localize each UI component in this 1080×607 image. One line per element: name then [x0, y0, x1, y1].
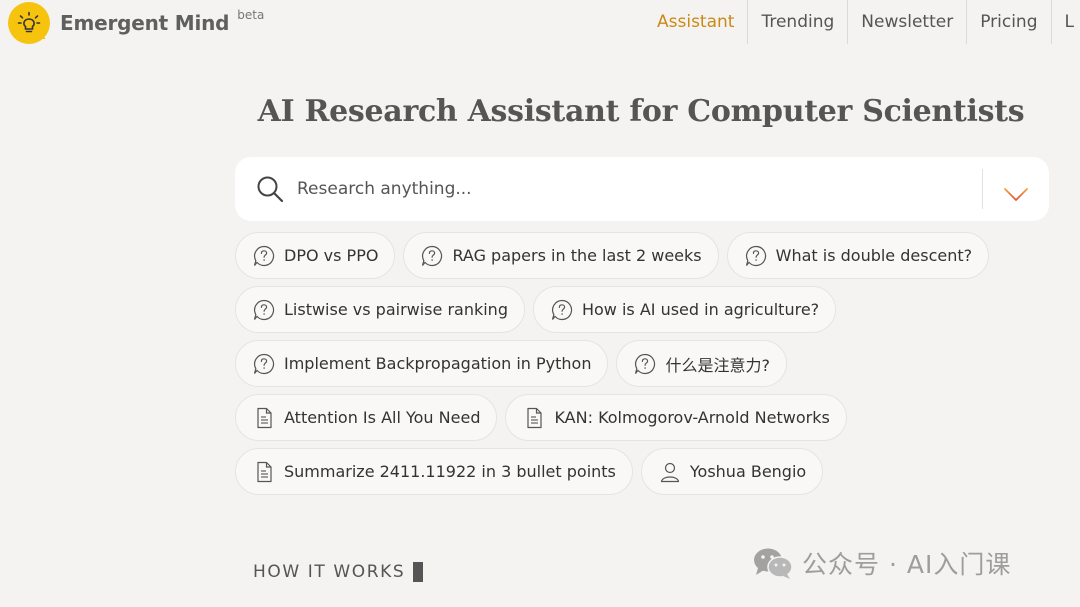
top-nav: Assistant Trending Newsletter Pricing L: [644, 0, 1080, 44]
suggestion-row: Listwise vs pairwise ranking How is AI u…: [235, 286, 837, 333]
suggestion-chip[interactable]: What is double descent?: [726, 232, 990, 279]
question-bubble-icon: [745, 245, 766, 266]
suggestion-label: Listwise vs pairwise ranking: [284, 300, 508, 319]
document-icon: [527, 407, 543, 428]
suggestion-label: How is AI used in agriculture?: [581, 300, 820, 319]
suggestion-row: DPO vs PPO RAG papers in the last 2 week…: [235, 232, 990, 279]
wechat-icon: [754, 548, 793, 579]
nav-trending[interactable]: Trending: [748, 0, 849, 44]
suggestion-label: 什么是注意力?: [665, 355, 770, 375]
question-bubble-icon: [253, 299, 275, 320]
submit-button[interactable]: [983, 157, 1049, 221]
document-icon: [257, 461, 272, 482]
suggestion-label: Attention Is All You Need: [284, 408, 481, 427]
suggestion-label: DPO vs PPO: [284, 246, 379, 265]
suggestion-chip[interactable]: Yoshua Bengio: [640, 448, 824, 495]
how-it-works-label: HOW IT WORKS: [253, 562, 406, 582]
question-bubble-icon: [253, 353, 275, 374]
suggestion-chip[interactable]: RAG papers in the last 2 weeks: [403, 232, 719, 279]
suggestion-row: Summarize 2411.11922 in 3 bullet points …: [235, 448, 824, 495]
nav-assistant[interactable]: Assistant: [644, 0, 749, 44]
document-icon: [257, 407, 272, 428]
suggestion-label: Implement Backpropagation in Python: [284, 354, 592, 373]
suggestion-chip[interactable]: 什么是注意力?: [616, 340, 787, 387]
question-bubble-icon: [635, 353, 656, 374]
suggestion-label: RAG papers in the last 2 weeks: [452, 246, 702, 265]
lightbulb-icon: [8, 2, 50, 44]
brand-name: Emergent Mind: [60, 11, 230, 35]
suggestion-row: Attention Is All You Need KAN: Kolmogoro…: [235, 394, 847, 441]
search-icon: [257, 176, 284, 203]
suggestion-chip[interactable]: KAN: Kolmogorov-Arnold Networks: [505, 394, 847, 441]
suggestion-row: Implement Backpropagation in Python 什么是注…: [235, 340, 787, 387]
nav-pricing[interactable]: Pricing: [967, 0, 1052, 44]
nav-newsletter[interactable]: Newsletter: [848, 0, 968, 44]
suggestion-chip[interactable]: How is AI used in agriculture?: [532, 286, 837, 333]
question-bubble-icon: [551, 299, 573, 320]
watermark: 公众号 · AI入门课: [752, 545, 1011, 581]
question-bubble-icon: [422, 245, 443, 266]
watermark-label: 公众号 · AI入门课: [802, 550, 1012, 579]
person-icon: [660, 462, 679, 482]
text-cursor: [413, 562, 424, 582]
suggestion-chip[interactable]: Implement Backpropagation in Python: [235, 340, 609, 387]
suggestion-label: KAN: Kolmogorov-Arnold Networks: [554, 408, 830, 427]
suggestion-label: What is double descent?: [775, 246, 973, 265]
suggestion-label: Summarize 2411.11922 in 3 bullet points: [284, 462, 616, 481]
question-bubble-icon: [253, 245, 275, 266]
search-bar: [235, 157, 1049, 221]
beta-badge: beta: [237, 8, 265, 22]
suggestion-chip[interactable]: Listwise vs pairwise ranking: [235, 286, 525, 333]
page-title: AI Research Assistant for Computer Scien…: [257, 94, 1025, 129]
search-input[interactable]: [297, 169, 982, 209]
suggestion-label: Yoshua Bengio: [689, 462, 807, 481]
suggestion-chip[interactable]: Summarize 2411.11922 in 3 bullet points: [235, 448, 633, 495]
suggestion-chip[interactable]: Attention Is All You Need: [235, 394, 498, 441]
nav-item-truncated[interactable]: L: [1052, 0, 1080, 44]
brand-logo[interactable]: Emergent Mind beta: [8, 2, 264, 44]
suggestion-chip[interactable]: DPO vs PPO: [235, 232, 396, 279]
arrow-down-icon: [1004, 176, 1028, 201]
section-heading: HOW IT WORKS: [253, 562, 424, 582]
